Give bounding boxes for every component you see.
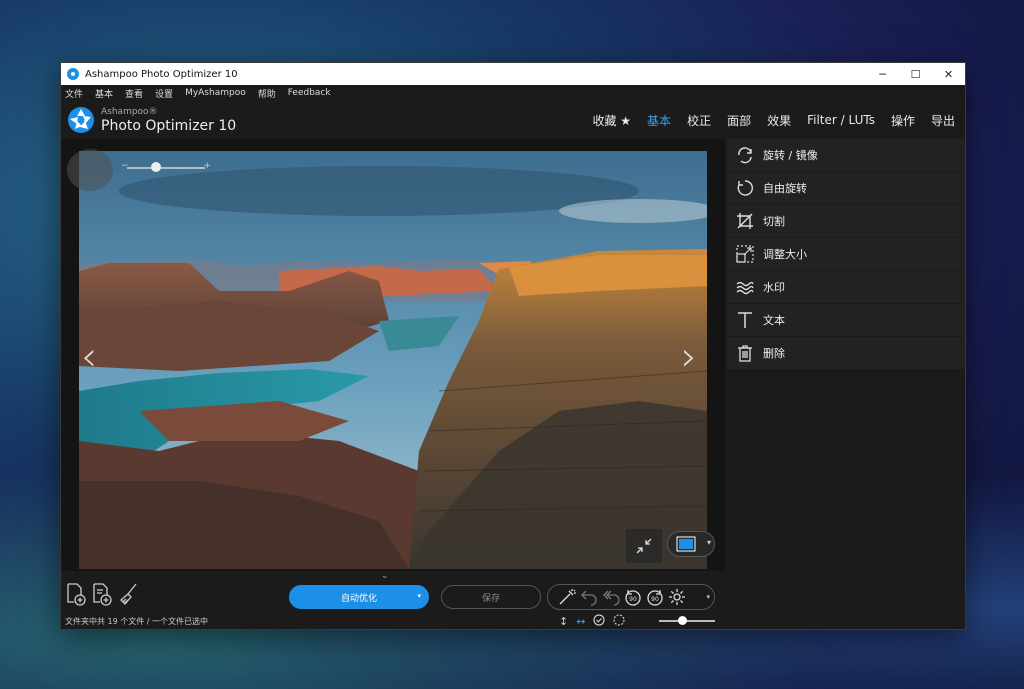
menu-basic[interactable]: 基本: [95, 87, 113, 100]
thumbnail-size-slider[interactable]: [659, 616, 715, 625]
fit-view-button[interactable]: [626, 529, 662, 563]
product-logo: Ashampoo® Photo Optimizer 10: [67, 106, 236, 134]
menu-bar: 文件 基本 查看 设置 MyAshampoo 帮助 Feedback: [61, 85, 965, 101]
tool-crop[interactable]: 切割: [727, 205, 965, 238]
main-area: − + ‹ › ▾ ⌄ 旋转 / 镜像 自由旋转 切割 调整大小 水印 文本 删…: [61, 139, 965, 629]
undo-icon[interactable]: [578, 586, 600, 608]
horizontal-resize-icon[interactable]: ↔: [576, 615, 585, 628]
svg-text:90: 90: [651, 596, 659, 603]
watermark-icon: [735, 277, 755, 297]
view-mode-toggle[interactable]: ▾: [667, 531, 715, 557]
free-rotate-icon: [735, 178, 755, 198]
tool-delete[interactable]: 删除: [727, 337, 965, 370]
menu-settings[interactable]: 设置: [155, 87, 173, 100]
menu-myashampoo[interactable]: MyAshampoo: [185, 88, 246, 98]
menu-feedback[interactable]: Feedback: [288, 88, 331, 98]
tab-actions[interactable]: 操作: [891, 112, 915, 129]
crop-icon: [735, 211, 755, 231]
deselect-circle-icon[interactable]: [613, 613, 626, 629]
monitor-view-icon: [676, 536, 696, 552]
tool-panel-empty-area: [727, 369, 965, 629]
app-logo-icon: [67, 68, 79, 80]
photo-canyon-landscape: [79, 151, 707, 569]
tab-export[interactable]: 导出: [931, 112, 955, 129]
check-circle-icon[interactable]: [593, 613, 606, 629]
app-window: Ashampoo Photo Optimizer 10 ─ ☐ ✕ 文件 基本 …: [60, 62, 966, 630]
svg-text:90: 90: [629, 596, 637, 603]
brand-label: Ashampoo®: [101, 106, 158, 117]
zoom-slider[interactable]: − +: [121, 161, 211, 172]
vertical-resize-icon[interactable]: ↕: [559, 615, 568, 628]
close-button[interactable]: ✕: [932, 63, 965, 85]
status-bar: 文件夹中共 19 个文件 / 一个文件已选中 ↕ ↔: [61, 613, 725, 629]
title-bar: Ashampoo Photo Optimizer 10 ─ ☐ ✕: [61, 63, 965, 85]
menu-file[interactable]: 文件: [65, 87, 83, 100]
tab-faces[interactable]: 面部: [727, 112, 751, 129]
menu-view[interactable]: 查看: [125, 87, 143, 100]
tab-favorites[interactable]: 收藏 ★: [592, 112, 631, 129]
magic-wand-icon[interactable]: [556, 586, 578, 608]
tool-panel: 旋转 / 镜像 自由旋转 切割 调整大小 水印 文本 删除: [727, 139, 965, 370]
image-viewer: − + ‹ › ▾ ⌄: [61, 139, 725, 581]
previous-image-arrow-icon[interactable]: ‹: [81, 334, 97, 380]
tab-filter-luts[interactable]: Filter / LUTs: [807, 113, 875, 127]
tab-basic[interactable]: 基本: [647, 112, 671, 129]
product-name: Photo Optimizer 10: [101, 117, 237, 134]
auto-optimize-label: 自动优化: [340, 593, 377, 604]
bottom-toolbar: 自动优化 ▾ 保存 90 90 ▾: [61, 579, 725, 611]
actions-dropdown-icon[interactable]: ▾: [706, 593, 710, 601]
tool-label: 文本: [763, 314, 785, 327]
edit-actions-group: 90 90 ▾: [547, 584, 715, 610]
shrink-arrows-icon: [636, 538, 652, 554]
add-folder-file-button[interactable]: [91, 582, 113, 606]
menu-help[interactable]: 帮助: [258, 87, 276, 100]
view-mode-dropdown-icon[interactable]: ▾: [707, 538, 711, 547]
resize-icon: [735, 244, 755, 264]
tab-correction[interactable]: 校正: [687, 112, 711, 129]
main-tabs: 收藏 ★ 基本 校正 面部 效果 Filter / LUTs 操作 导出: [576, 101, 955, 139]
tool-label: 删除: [763, 347, 785, 360]
save-label: 保存: [481, 593, 500, 604]
next-image-arrow-icon[interactable]: ›: [681, 334, 697, 380]
text-icon: [735, 310, 755, 330]
tool-free-rotate[interactable]: 自由旋转: [727, 172, 965, 205]
zoom-bubble: [67, 149, 113, 191]
tool-text[interactable]: 文本: [727, 304, 965, 337]
tool-watermark[interactable]: 水印: [727, 271, 965, 304]
tool-label: 切割: [763, 215, 785, 228]
minimize-button[interactable]: ─: [866, 63, 899, 85]
add-file-button[interactable]: [65, 582, 87, 606]
add-files-icon: [93, 583, 112, 606]
add-file-icon: [67, 583, 86, 606]
tool-label: 水印: [763, 281, 785, 294]
maximize-button[interactable]: ☐: [899, 63, 932, 85]
tool-resize[interactable]: 调整大小: [727, 238, 965, 271]
zoom-slider-knob[interactable]: [150, 162, 161, 172]
trash-icon: [735, 343, 755, 363]
tool-label: 旋转 / 镜像: [763, 149, 818, 162]
tool-rotate-mirror[interactable]: 旋转 / 镜像: [727, 139, 965, 172]
zoom-in-icon[interactable]: +: [203, 161, 211, 171]
zoom-slider-track: [127, 167, 205, 169]
broom-icon: [120, 583, 137, 605]
thumbnail-size-slider-knob[interactable]: [677, 616, 687, 625]
zoom-out-icon[interactable]: −: [121, 161, 129, 171]
window-title: Ashampoo Photo Optimizer 10: [85, 68, 238, 80]
tool-label: 自由旋转: [763, 182, 807, 195]
tab-effects[interactable]: 效果: [767, 112, 791, 129]
rotate-right-90-icon[interactable]: 90: [644, 586, 666, 608]
tool-label: 调整大小: [763, 248, 807, 261]
auto-optimize-dropdown-icon[interactable]: ▾: [417, 592, 421, 600]
save-button[interactable]: 保存: [441, 585, 541, 609]
gear-icon[interactable]: [666, 586, 688, 608]
app-header: Ashampoo® Photo Optimizer 10 收藏 ★ 基本 校正 …: [61, 101, 965, 139]
rotate-left-90-icon[interactable]: 90: [622, 586, 644, 608]
status-text: 文件夹中共 19 个文件 / 一个文件已选中: [65, 616, 209, 626]
aperture-logo-icon: [68, 107, 94, 133]
undo-all-icon[interactable]: [600, 586, 622, 608]
rotate-mirror-icon: [735, 145, 755, 165]
auto-optimize-button[interactable]: 自动优化 ▾: [289, 585, 429, 609]
clear-button[interactable]: [117, 582, 139, 606]
